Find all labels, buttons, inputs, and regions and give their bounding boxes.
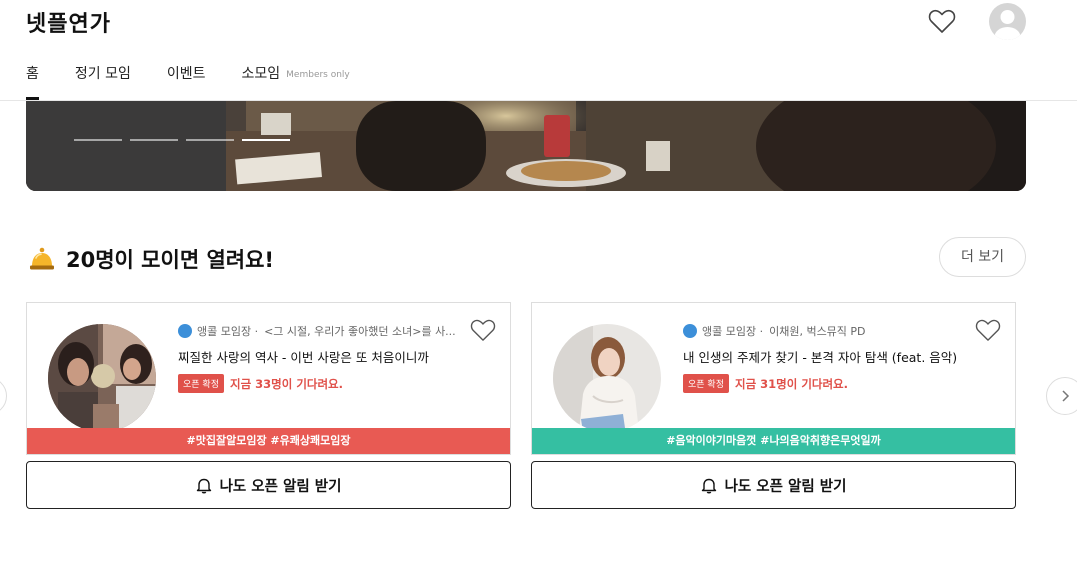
status-row: 오픈 확정 지금 31명이 기다려요. <box>683 374 848 393</box>
meetup-photo <box>48 324 156 432</box>
group-icon <box>683 324 697 338</box>
hero-banner[interactable] <box>26 101 1026 191</box>
carousel-dot[interactable] <box>74 139 122 141</box>
host-label: 앵콜 모임장 · <box>702 325 764 338</box>
main-nav: 홈 정기 모임 이벤트 소모임 Members only <box>26 60 386 101</box>
carousel-dot[interactable] <box>186 139 234 141</box>
host-info: 앵콜 모임장 · 이채원, 벅스뮤직 PD <box>683 323 1001 339</box>
notify-button[interactable]: 나도 오픈 알림 받기 <box>26 461 511 509</box>
tag-bar: #음악이야기마음껏 #나의음악취향은무엇일까 <box>532 428 1015 454</box>
host-name: <그 시절, 우리가 좋아했던 소녀>를 사... <box>264 325 456 338</box>
prev-button[interactable] <box>0 377 7 415</box>
tab-small-groups[interactable]: 소모임 Members only <box>242 60 350 100</box>
chevron-right-icon <box>1062 390 1070 402</box>
tab-home[interactable]: 홈 <box>26 60 39 100</box>
status-row: 오픈 확정 지금 33명이 기다려요. <box>178 374 343 393</box>
meetup-card[interactable]: 앵콜 모임장 · 이채원, 벅스뮤직 PD 내 인생의 주제가 찾기 - 본격 … <box>531 302 1016 455</box>
carousel-dot[interactable] <box>130 139 178 141</box>
bell-outline-icon <box>196 478 211 493</box>
heart-icon[interactable] <box>975 318 1001 342</box>
waiting-count: 지금 31명이 기다려요. <box>734 376 849 391</box>
heart-icon[interactable] <box>470 318 496 342</box>
carousel-indicators <box>74 139 290 141</box>
notify-button-label: 나도 오픈 알림 받기 <box>724 478 847 495</box>
host-name: 이채원, 벅스뮤직 PD <box>769 325 866 338</box>
group-icon <box>178 324 192 338</box>
notify-button-label: 나도 오픈 알림 받기 <box>219 478 342 495</box>
heart-icon[interactable] <box>928 8 956 34</box>
carousel-dot[interactable] <box>242 139 290 141</box>
avatar[interactable] <box>989 3 1026 40</box>
members-only-label: Members only <box>286 70 350 80</box>
more-button[interactable]: 더 보기 <box>939 237 1026 277</box>
meetup-photo <box>553 324 661 432</box>
banner-photo <box>26 101 1026 191</box>
site-header: 넷플연가 홈 정기 모임 이벤트 소모임 Members only <box>0 0 1077 101</box>
user-icon <box>994 10 1021 40</box>
tab-events[interactable]: 이벤트 <box>167 60 206 100</box>
bell-outline-icon <box>701 478 716 493</box>
host-info: 앵콜 모임장 · <그 시절, 우리가 좋아했던 소녀>를 사... <box>178 323 496 339</box>
status-badge: 오픈 확정 <box>683 374 729 393</box>
waiting-count: 지금 33명이 기다려요. <box>229 376 344 391</box>
notify-button[interactable]: 나도 오픈 알림 받기 <box>531 461 1016 509</box>
meetup-title[interactable]: 내 인생의 주제가 찾기 - 본격 자아 탐색 (feat. 음악) <box>683 347 957 366</box>
bell-icon <box>30 247 54 270</box>
section-header: 20명이 모이면 열려요! <box>28 244 274 274</box>
tab-regular-meetings[interactable]: 정기 모임 <box>75 60 131 100</box>
meetup-title[interactable]: 찌질한 사랑의 역사 - 이번 사랑은 또 처음이니까 <box>178 347 429 366</box>
meetup-card[interactable]: 앵콜 모임장 · <그 시절, 우리가 좋아했던 소녀>를 사... 찌질한 사… <box>26 302 511 455</box>
host-label: 앵콜 모임장 · <box>197 325 259 338</box>
logo[interactable]: 넷플연가 <box>26 6 111 38</box>
status-badge: 오픈 확정 <box>178 374 224 393</box>
section-title: 20명이 모이면 열려요! <box>66 248 274 272</box>
tag-bar: #맛집잘알모임장 #유쾌상쾌모임장 <box>27 428 510 454</box>
next-button[interactable] <box>1046 377 1077 415</box>
